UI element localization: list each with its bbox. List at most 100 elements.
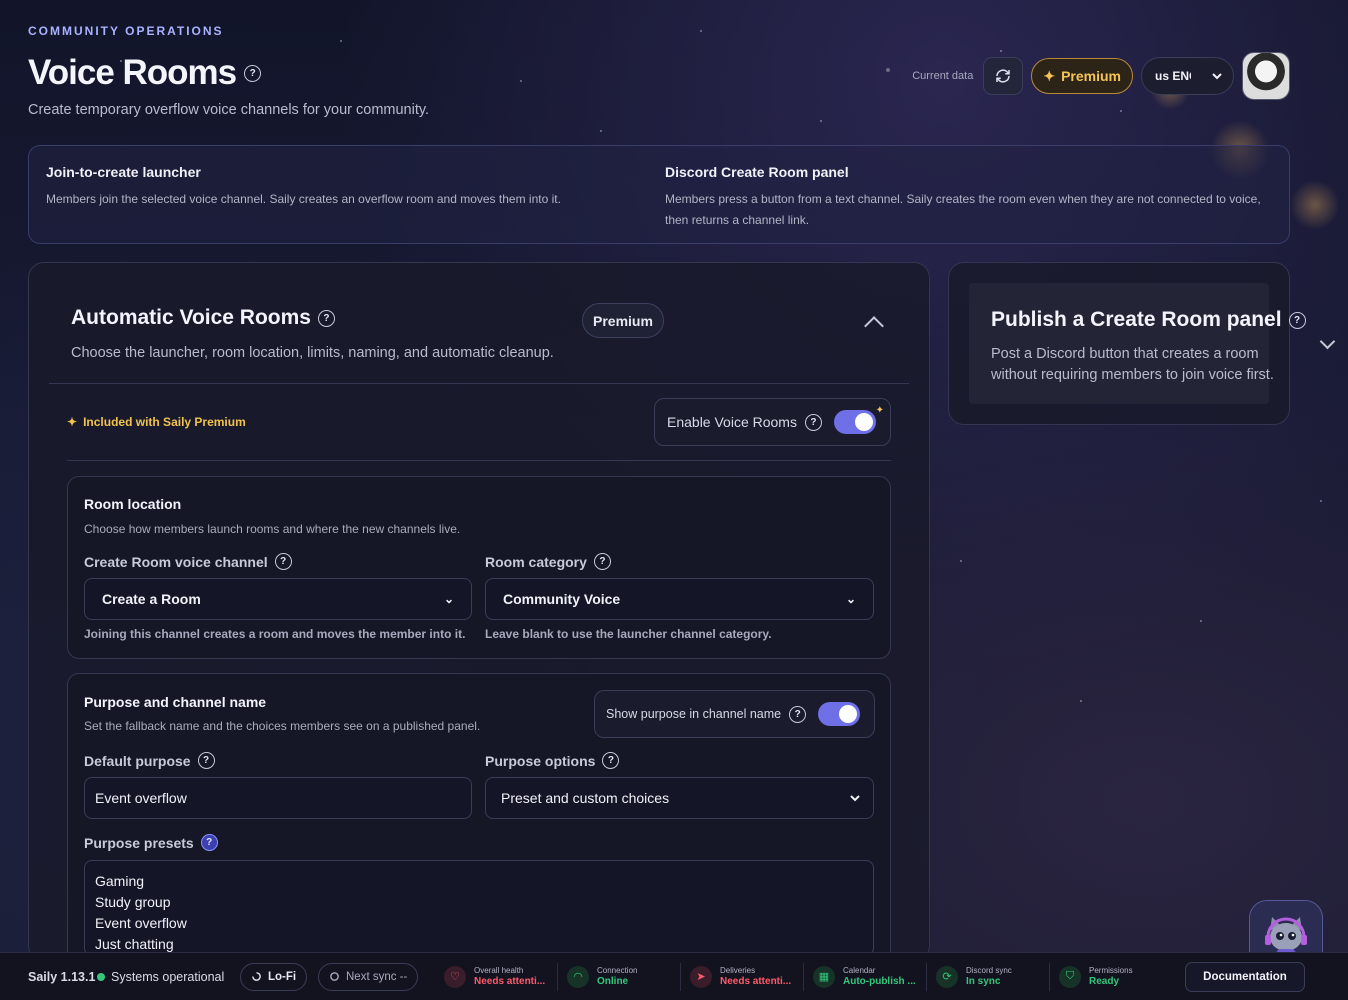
discord-sync-status[interactable]: ⟳ Discord sync In sync [936,965,1012,988]
refresh-button[interactable] [983,57,1024,95]
premium-button[interactable]: ✦ Premium [1031,58,1133,94]
create-room-panel-title: Discord Create Room panel [665,164,849,180]
premium-badge: Premium [582,303,664,338]
divider [803,963,804,991]
sparkle-icon: ✦ [875,405,884,416]
shield-icon: ⛉ [1059,965,1081,988]
purpose-options-select[interactable]: Preset and custom choices [485,777,874,819]
publish-panel-card: Publish a Create Room panel ? Post a Dis… [948,262,1306,425]
language-select[interactable]: us ENG [1141,57,1234,95]
stat-value: Ready [1089,975,1120,987]
next-sync-button[interactable]: Next sync -- [318,962,419,991]
user-avatar[interactable] [1242,52,1290,100]
show-purpose-toggle[interactable] [818,702,861,726]
section-title: Automatic Voice Rooms ? [71,306,335,330]
publish-subtitle: Post a Discord button that creates a roo… [991,346,1274,383]
deliveries-status[interactable]: ➤ Deliveries Needs attenti... [690,965,792,988]
overall-health-status[interactable]: ♡ Overall health Needs attenti... [444,965,546,988]
help-icon[interactable]: ? [200,834,218,851]
help-icon[interactable]: ? [789,705,807,723]
divider [1049,963,1050,991]
enable-voice-rooms-toggle[interactable] [833,410,876,434]
purpose-desc: Set the fallback name and the choices me… [84,719,481,733]
refresh-icon [996,69,1011,83]
show-purpose-label: Show purpose in channel name [606,707,782,721]
enable-voice-rooms-label: Enable Voice Rooms [667,414,797,430]
automatic-voice-rooms-panel: Automatic Voice Rooms ? Choose the launc… [28,262,930,973]
stat-label: Connection [597,965,638,975]
voice-channel-select[interactable]: Create a Room ⌄ [84,578,472,620]
help-icon[interactable]: ? [804,413,822,431]
room-location-desc: Choose how members launch rooms and wher… [84,522,461,536]
help-icon[interactable]: ? [317,309,335,327]
purpose-presets-textarea[interactable]: Gaming Study group Event overflow Just c… [84,860,874,956]
version-label: Saily 1.13.1 [28,969,96,984]
sync-icon [330,972,339,981]
create-room-panel-info: Discord Create Room panel Members press … [665,164,1275,231]
publish-title: Publish a Create Room panel ? [991,308,1306,332]
page-title-text: Voice Rooms [28,53,237,92]
voice-channel-hint: Joining this channel creates a room and … [84,627,466,641]
language-value: us ENG [1155,69,1191,83]
page-title: Voice Rooms ? [28,53,262,93]
sparkle-icon: ✦ [1043,67,1056,84]
lofi-button[interactable]: Lo-Fi [240,962,308,991]
help-icon[interactable]: ? [593,553,611,570]
voice-channel-value: Create a Room [102,591,201,607]
stat-label: Deliveries [720,965,756,975]
sparkle-icon: ✦ [67,415,78,429]
system-status-text: Systems operational [111,969,225,984]
stat-value: Needs attenti... [474,975,546,987]
connection-status[interactable]: ◠ Connection Online [567,965,638,988]
help-icon[interactable]: ? [1288,311,1306,329]
default-purpose-label: Default purpose ? [84,752,215,769]
create-room-panel-text: Members press a button from a text chann… [665,192,1261,227]
purpose-presets-label: Purpose presets ? [84,834,218,851]
stat-label: Calendar [843,965,876,975]
collapse-chevron-icon[interactable] [864,316,884,336]
preset-line: Event overflow [95,915,187,931]
divider [680,963,681,991]
chevron-down-icon: ⌄ [443,592,454,606]
next-sync-label: Next sync -- [346,970,408,983]
divider [67,460,891,461]
help-icon[interactable]: ? [274,553,292,570]
stat-value: Online [597,975,629,987]
system-status: Systems operational [97,970,224,984]
join-to-create-title: Join-to-create launcher [46,164,201,180]
room-location-section: Room location Choose how members launch … [67,476,891,659]
stat-value: Needs attenti... [720,975,792,987]
status-footer: Saily 1.13.1 Systems operational Lo-Fi N… [0,952,1348,1000]
room-location-title: Room location [84,496,182,512]
chevron-down-icon [1212,73,1222,80]
default-purpose-input[interactable]: Event overflow [84,777,472,819]
included-premium-text: Included with Saily Premium [83,415,246,429]
permissions-status[interactable]: ⛉ Permissions Ready [1059,965,1133,988]
help-icon[interactable]: ? [244,64,262,82]
help-icon[interactable]: ? [602,752,620,769]
divider [926,963,927,991]
room-category-label: Room category ? [485,553,611,570]
calendar-status[interactable]: ▦ Calendar Auto-publish ... [813,965,916,988]
chevron-down-icon [850,795,860,802]
heart-icon: ♡ [444,965,466,988]
premium-button-label: Premium [1061,68,1121,84]
default-purpose-label-text: Default purpose [84,752,191,769]
section-subtitle: Choose the launcher, room location, limi… [71,345,554,361]
current-data-label: Current data [912,70,974,82]
purpose-presets-label-text: Purpose presets [84,834,194,851]
send-icon: ➤ [690,965,712,988]
expand-chevron-icon[interactable] [1319,333,1336,350]
stat-value: Auto-publish ... [843,975,916,987]
publish-title-text: Publish a Create Room panel [991,308,1282,331]
lofi-label: Lo-Fi [268,970,297,983]
purpose-options-label: Purpose options ? [485,752,620,769]
page-eyebrow: COMMUNITY OPERATIONS [28,24,224,38]
room-category-select[interactable]: Community Voice ⌄ [485,578,874,620]
voice-channel-label-text: Create Room voice channel [84,553,268,570]
default-purpose-value: Event overflow [95,790,187,806]
section-title-text: Automatic Voice Rooms [71,306,311,329]
documentation-button[interactable]: Documentation [1185,961,1305,992]
help-icon[interactable]: ? [197,752,215,769]
calendar-icon: ▦ [813,965,835,988]
